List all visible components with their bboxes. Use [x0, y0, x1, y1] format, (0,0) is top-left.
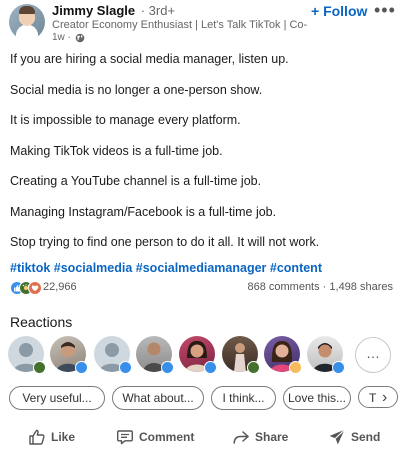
share-arrow-icon	[233, 431, 249, 444]
reactor-avatar[interactable]	[222, 336, 260, 374]
send-icon	[329, 429, 345, 445]
more-reactors-button[interactable]: …	[355, 337, 391, 373]
like-label: Like	[51, 430, 76, 444]
comment-suggestions: Very useful... What about... I think... …	[9, 386, 400, 412]
reactions-heading: Reactions	[10, 314, 73, 330]
comment-icon	[117, 430, 133, 445]
reactor-avatar[interactable]	[50, 336, 88, 374]
author-headline: Creator Economy Enthusiast | Let's Talk …	[52, 19, 307, 31]
thumbs-up-icon	[29, 429, 45, 445]
hashtag-link[interactable]: #tiktok	[10, 261, 50, 275]
more-options-icon[interactable]: •••	[374, 1, 396, 19]
suggestion-chip[interactable]: T	[358, 386, 398, 408]
insightful-badge-icon	[289, 361, 302, 374]
post-text: If you are hiring a social media manager…	[10, 52, 395, 266]
comment-label: Comment	[139, 430, 195, 444]
repost-button[interactable]: Share	[232, 426, 288, 448]
post-line: Stop trying to find one person to do it …	[10, 235, 320, 249]
social-counts: 22,966 868 comments · 1,498 shares	[10, 280, 395, 296]
celebrate-badge-icon	[33, 361, 46, 374]
reactions-count[interactable]: 22,966	[43, 281, 77, 293]
post-time: 1w ·	[52, 32, 71, 43]
author-avatar[interactable]	[9, 4, 45, 40]
post-line: Managing Instagram/Facebook is a full-ti…	[10, 204, 277, 219]
post-meta: 1w ·	[52, 32, 85, 43]
suggestion-chip[interactable]: Love this...	[283, 386, 351, 410]
globe-icon	[75, 33, 85, 42]
reactor-avatar[interactable]	[8, 336, 46, 374]
author-name-line[interactable]: Jimmy Slagle · 3rd+	[52, 3, 175, 18]
hashtags: #tiktok #socialmedia #socialmediamanager…	[10, 261, 322, 275]
reactor-avatar[interactable]	[94, 336, 132, 374]
suggestion-chip[interactable]: What about...	[112, 386, 204, 410]
love-reaction-icon	[28, 281, 42, 295]
post-line: Social media is no longer a one-person s…	[10, 82, 263, 97]
reactor-avatar[interactable]	[179, 336, 217, 374]
post-line: If you are hiring a social media manager…	[10, 52, 289, 66]
comment-button[interactable]: Comment	[116, 426, 194, 448]
reactor-avatar[interactable]	[264, 336, 302, 374]
hashtag-link[interactable]: #socialmediamanager	[136, 261, 267, 275]
post-header: Jimmy Slagle · 3rd+ Creator Economy Enth…	[0, 0, 400, 44]
send-label: Send	[351, 430, 381, 444]
reactor-avatar[interactable]	[136, 336, 174, 374]
post-actions-bar: Like Comment Share Send	[0, 426, 400, 450]
like-badge-icon	[75, 361, 88, 374]
like-badge-icon	[332, 361, 345, 374]
like-button[interactable]: Like	[28, 426, 75, 448]
connection-degree: · 3rd+	[140, 3, 176, 18]
like-badge-icon	[119, 361, 132, 374]
like-badge-icon	[161, 361, 174, 374]
hashtag-link[interactable]: #content	[270, 261, 322, 275]
suggestion-chip[interactable]: I think...	[211, 386, 276, 410]
post-line: It is impossible to manage every platfor…	[10, 113, 241, 127]
repost-label: Share	[255, 430, 289, 444]
reactor-avatar[interactable]	[307, 336, 345, 374]
send-button[interactable]: Send	[328, 426, 380, 448]
reactor-avatars: …	[8, 336, 400, 376]
follow-button[interactable]: + Follow	[311, 3, 367, 19]
celebrate-badge-icon	[247, 361, 260, 374]
chevron-right-icon[interactable]: ›	[382, 386, 387, 410]
suggestion-chip[interactable]: Very useful...	[9, 386, 105, 410]
hashtag-link[interactable]: #socialmedia	[54, 261, 133, 275]
post-line: Creating a YouTube channel is a full-tim…	[10, 174, 262, 188]
author-name[interactable]: Jimmy Slagle	[52, 3, 135, 18]
post-line: Making TikTok videos is a full-time job.	[10, 143, 223, 158]
comments-shares-count[interactable]: 868 comments · 1,498 shares	[247, 281, 393, 293]
like-badge-icon	[204, 361, 217, 374]
